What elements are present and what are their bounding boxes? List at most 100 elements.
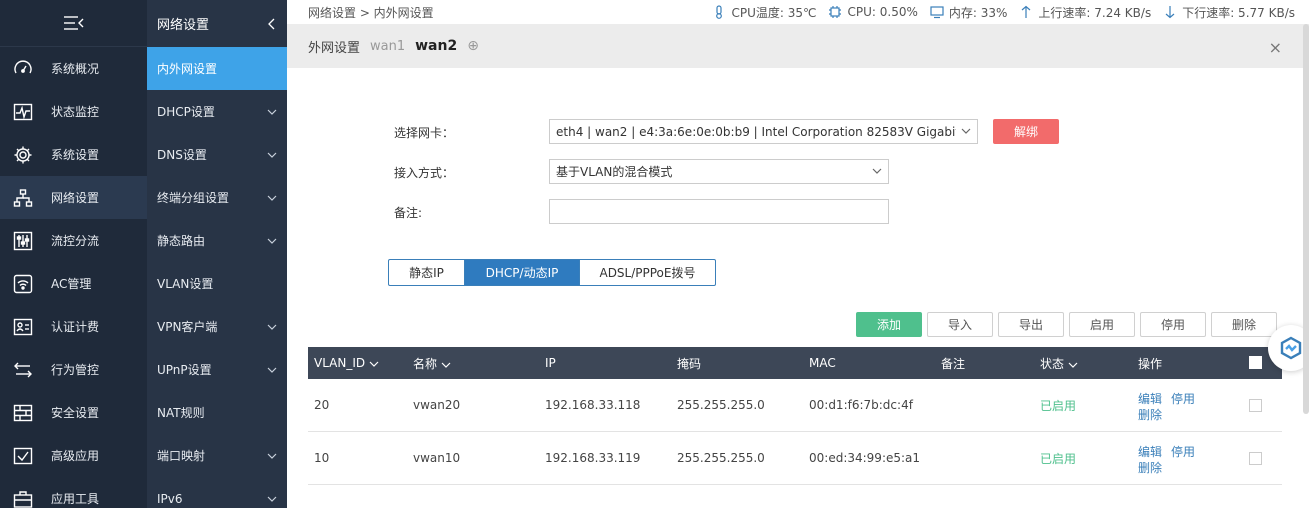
add-button[interactable]: 添加 bbox=[856, 312, 922, 337]
import-button[interactable]: 导入 bbox=[927, 312, 993, 337]
table-row: 20 vwan20 192.168.33.118 255.255.255.0 0… bbox=[308, 379, 1282, 432]
sub-item-label: NAT规则 bbox=[157, 406, 205, 420]
mode-select-value: 基于VLAN的混合模式 bbox=[556, 165, 673, 179]
row-checkbox[interactable] bbox=[1249, 399, 1262, 412]
sub-item-vlan[interactable]: VLAN设置 bbox=[147, 262, 287, 305]
sub-item-ipv6[interactable]: IPv6 bbox=[147, 477, 287, 508]
chevron-down-icon bbox=[441, 362, 451, 368]
note-input[interactable] bbox=[549, 199, 889, 224]
cell-mask: 255.255.255.0 bbox=[677, 398, 765, 412]
wan-tabs-bar: 外网设置 wan1 wan2 ⊕ × bbox=[287, 24, 1309, 68]
thermometer-icon bbox=[716, 5, 723, 19]
sub-item-nat[interactable]: NAT规则 bbox=[147, 391, 287, 434]
col-status[interactable]: 状态 bbox=[1040, 355, 1078, 372]
cell-name: vwan20 bbox=[413, 398, 461, 412]
export-button[interactable]: 导出 bbox=[998, 312, 1064, 337]
nic-label: 选择网卡： bbox=[394, 126, 455, 140]
sidebar-item-label: 网络设置 bbox=[51, 191, 100, 205]
add-tab-icon[interactable]: ⊕ bbox=[467, 38, 479, 54]
mem-text: 内存: 33% bbox=[948, 5, 1008, 20]
tabs-title: 外网设置 bbox=[308, 40, 361, 56]
delete-link[interactable]: 删除 bbox=[1138, 459, 1162, 476]
sub-item-label: 终端分组设置 bbox=[157, 191, 230, 205]
cpu-text: CPU: 0.50% bbox=[847, 5, 918, 19]
sidebar-item-system[interactable]: 系统设置 bbox=[0, 133, 147, 176]
stop-link[interactable]: 停用 bbox=[1171, 443, 1195, 460]
sidebar-item-auth[interactable]: 认证计费 bbox=[0, 305, 147, 348]
col-ip: IP bbox=[545, 356, 556, 370]
sidebar-item-ac[interactable]: AC管理 bbox=[0, 262, 147, 305]
chevron-down-icon bbox=[1068, 362, 1078, 368]
sidebar-item-label: 行为管控 bbox=[51, 363, 100, 377]
mode-select[interactable]: 基于VLAN的混合模式 bbox=[549, 159, 889, 184]
sub-item-terminal-group[interactable]: 终端分组设置 bbox=[147, 176, 287, 219]
sidebar-item-label: 安全设置 bbox=[51, 406, 100, 420]
chevron-down-icon bbox=[267, 324, 277, 330]
sub-item-port-mapping[interactable]: 端口映射 bbox=[147, 434, 287, 477]
page-scrollbar[interactable] bbox=[1303, 24, 1309, 414]
menu-toggle-button[interactable] bbox=[0, 0, 147, 47]
firewall-icon bbox=[12, 402, 34, 424]
upload-stat: 上行速率: 7.24 KB/s bbox=[1019, 4, 1151, 21]
wifi-icon bbox=[12, 273, 34, 295]
sidebar-item-overview[interactable]: 系统概况 bbox=[0, 47, 147, 90]
sidebar-item-label: 应用工具 bbox=[51, 492, 100, 506]
nic-select[interactable]: eth4 | wan2 | e4:3a:6e:0e:0b:b9 | Intel … bbox=[549, 119, 978, 144]
enable-button[interactable]: 启用 bbox=[1069, 312, 1135, 337]
edit-link[interactable]: 编辑 bbox=[1138, 390, 1162, 407]
sub-item-dhcp[interactable]: DHCP设置 bbox=[147, 90, 287, 133]
stop-link[interactable]: 停用 bbox=[1171, 390, 1195, 407]
edit-link[interactable]: 编辑 bbox=[1138, 443, 1162, 460]
seg-pppoe[interactable]: ADSL/PPPoE拨号 bbox=[580, 260, 715, 285]
sidebar-item-monitor[interactable]: 状态监控 bbox=[0, 90, 147, 133]
assistant-logo-icon bbox=[1280, 336, 1302, 360]
col-note: 备注 bbox=[941, 356, 966, 371]
col-vlan-id[interactable]: VLAN_ID bbox=[314, 356, 379, 370]
sub-item-label: 端口映射 bbox=[157, 449, 206, 463]
breadcrumb: 网络设置 > 内外网设置 bbox=[308, 5, 434, 20]
cpu-temp-stat: CPU温度: 35℃ bbox=[712, 4, 816, 21]
sub-item-dns[interactable]: DNS设置 bbox=[147, 133, 287, 176]
sidebar-item-network[interactable]: 网络设置 bbox=[0, 176, 147, 219]
tab-wan1[interactable]: wan1 bbox=[370, 39, 405, 54]
sub-sidebar-header: 网络设置 bbox=[147, 0, 287, 47]
nic-select-value: eth4 | wan2 | e4:3a:6e:0e:0b:b9 | Intel … bbox=[556, 124, 956, 139]
mode-label: 接入方式： bbox=[394, 166, 455, 180]
seg-dhcp[interactable]: DHCP/动态IP bbox=[465, 260, 580, 285]
close-icon[interactable]: × bbox=[1269, 38, 1282, 57]
unbind-button[interactable]: 解绑 bbox=[993, 119, 1059, 144]
sidebar-item-flow[interactable]: 流控分流 bbox=[0, 219, 147, 262]
tab-wan2[interactable]: wan2 bbox=[415, 38, 457, 54]
row-checkbox[interactable] bbox=[1249, 452, 1262, 465]
cell-name: vwan10 bbox=[413, 451, 461, 465]
wan-type-segmented: 静态IP DHCP/动态IP ADSL/PPPoE拨号 bbox=[388, 259, 716, 286]
sub-item-label: IPv6 bbox=[157, 491, 183, 506]
seg-static-ip[interactable]: 静态IP bbox=[389, 260, 465, 285]
sidebar-item-tools[interactable]: 应用工具 bbox=[0, 477, 147, 508]
select-all-checkbox[interactable] bbox=[1249, 356, 1262, 369]
sidebar-item-security[interactable]: 安全设置 bbox=[0, 391, 147, 434]
sub-item-lan-wan[interactable]: 内外网设置 bbox=[147, 47, 287, 90]
sub-sidebar-title: 网络设置 bbox=[157, 18, 210, 33]
col-name[interactable]: 名称 bbox=[413, 355, 451, 372]
swap-arrows-icon bbox=[12, 359, 34, 381]
chevron-down-icon bbox=[267, 496, 277, 502]
sidebar-item-behavior[interactable]: 行为管控 bbox=[0, 348, 147, 391]
dashboard-icon bbox=[12, 58, 34, 80]
sub-item-static-route[interactable]: 静态路由 bbox=[147, 219, 287, 262]
sub-item-vpn[interactable]: VPN客户端 bbox=[147, 305, 287, 348]
chevron-down-icon bbox=[267, 367, 277, 373]
chevron-down-icon bbox=[267, 109, 277, 115]
collapse-left-icon[interactable] bbox=[267, 18, 275, 30]
sub-item-label: DNS设置 bbox=[157, 148, 207, 162]
sub-item-upnp[interactable]: UPnP设置 bbox=[147, 348, 287, 391]
download-stat: 下行速率: 5.77 KB/s bbox=[1163, 4, 1295, 21]
cell-ip: 192.168.33.119 bbox=[545, 451, 641, 465]
arrow-down-icon bbox=[1165, 6, 1175, 19]
disable-button[interactable]: 停用 bbox=[1140, 312, 1206, 337]
delete-button[interactable]: 删除 bbox=[1211, 312, 1277, 337]
delete-link[interactable]: 删除 bbox=[1138, 406, 1162, 423]
sidebar-item-advanced[interactable]: 高级应用 bbox=[0, 434, 147, 477]
vlan-table: VLAN_ID 名称 IP 掩码 MAC 备注 状态 操作 20 vwan20 … bbox=[308, 347, 1282, 485]
chevron-down-icon bbox=[872, 168, 882, 174]
